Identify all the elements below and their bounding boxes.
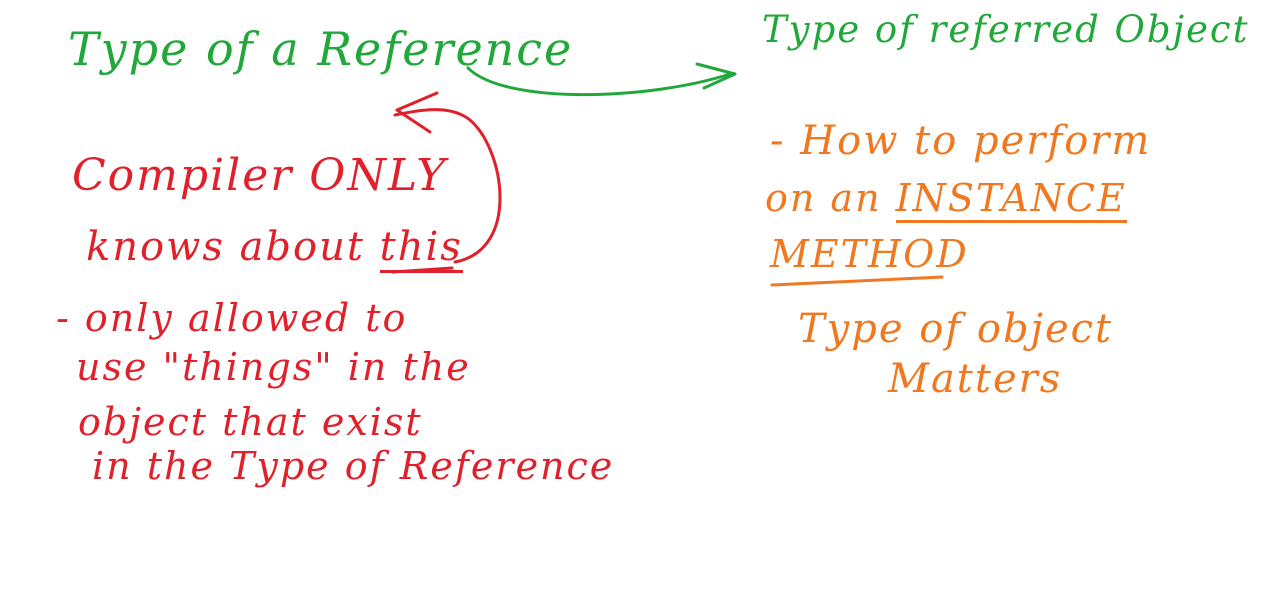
instance-method-note-line: on an INSTANCE [765,176,1127,223]
object-type-matters-line: Type of object [798,306,1114,352]
method-underline [770,275,944,287]
compiler-knows-line: knows about this [86,224,463,273]
compiler-rule-line: use "things" in the [76,345,471,389]
compiler-knows-text: knows about [86,224,365,270]
compiler-rule-line: object that exist [78,400,423,444]
compiler-rule-line: in the Type of Reference [92,444,615,488]
this-emphasis: this [379,224,463,273]
instance-prefix-text: on an [765,176,882,220]
compiler-rule-line: - only allowed to [56,296,408,340]
method-word: METHOD [770,232,969,276]
object-type-matters-line: Matters [888,356,1063,402]
instance-method-note-line: - How to perform [770,118,1152,164]
whiteboard-canvas: Type of a Reference Type of referred Obj… [0,0,1268,590]
compiler-note-line: Compiler ONLY [72,150,448,201]
annotation-arrows [391,62,944,287]
referred-object-type-heading: Type of referred Object [762,8,1250,51]
instance-emphasis: INSTANCE [895,176,1127,223]
green-arrowhead [695,62,737,90]
reference-type-heading: Type of a Reference [68,22,574,76]
